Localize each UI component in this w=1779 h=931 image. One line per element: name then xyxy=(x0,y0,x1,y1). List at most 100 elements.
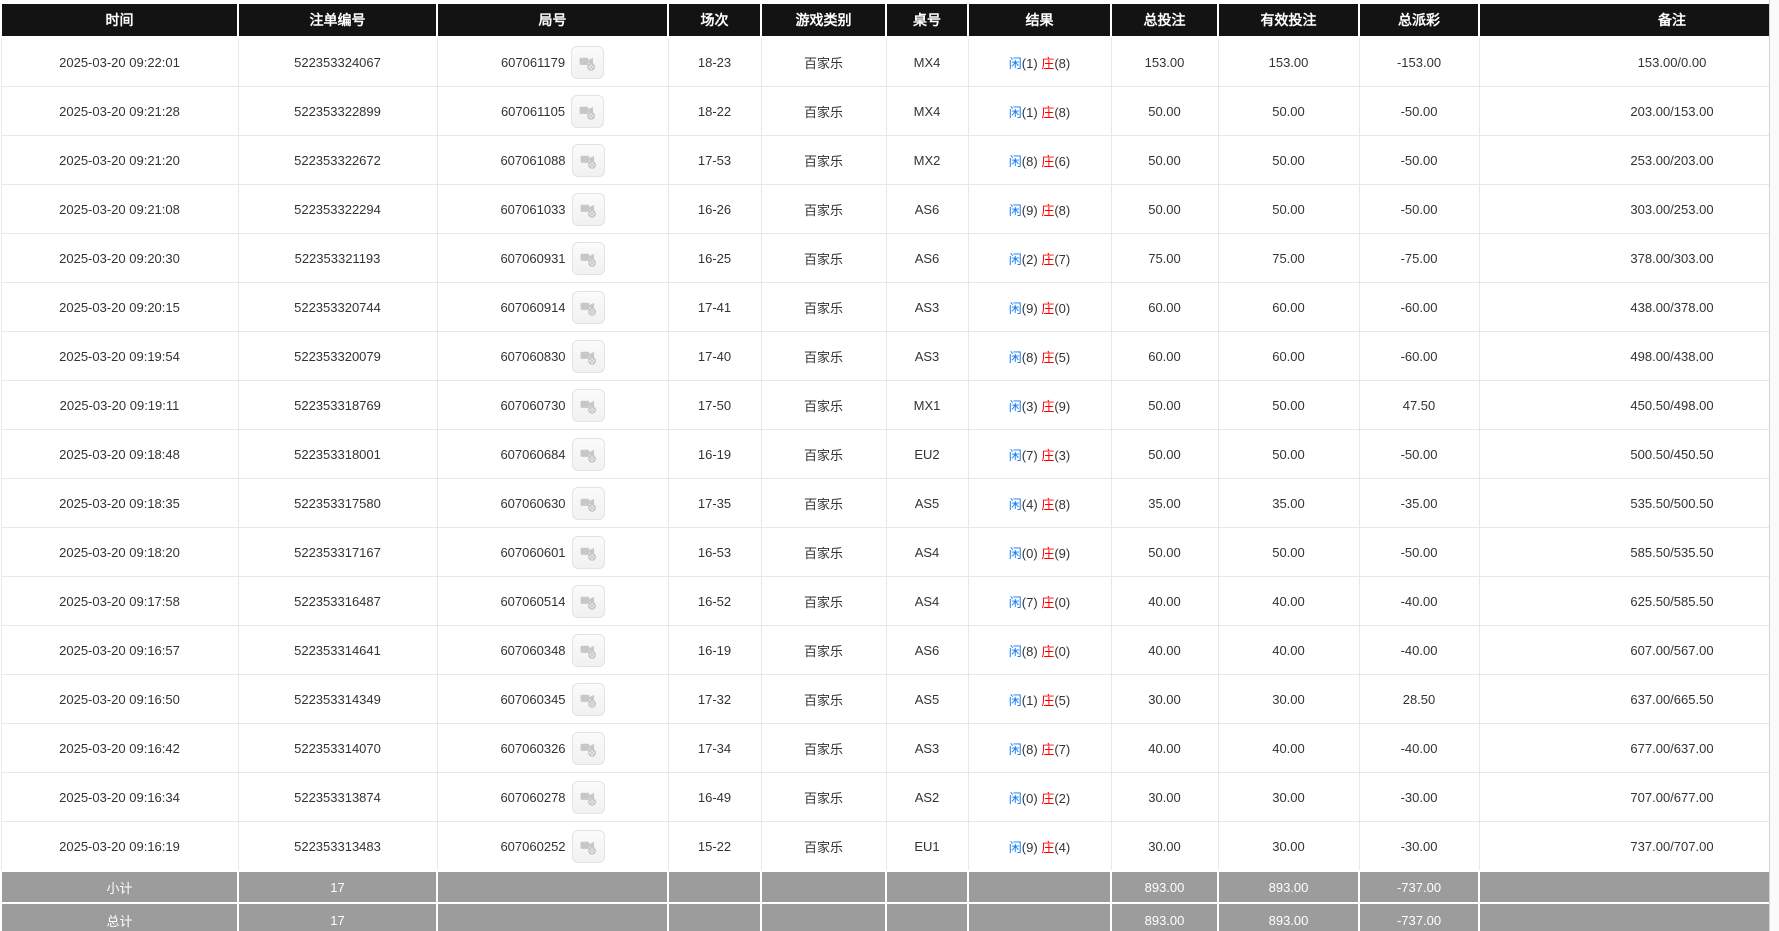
column-header-game-type: 游戏类别 xyxy=(761,3,886,37)
result-banker-score: (8) xyxy=(1054,203,1070,218)
cell-total-bet: 75.00 xyxy=(1111,234,1218,283)
cell-game-type: 百家乐 xyxy=(761,87,886,136)
video-replay-button[interactable] xyxy=(572,585,605,618)
round-number: 607060630 xyxy=(500,496,565,511)
round-number: 607060252 xyxy=(500,839,565,854)
video-replay-button[interactable] xyxy=(572,340,605,373)
cell-table-no: AS6 xyxy=(886,234,968,283)
cell-table-no: MX1 xyxy=(886,381,968,430)
video-replay-button[interactable] xyxy=(572,781,605,814)
cell-result: 闲(1) 庄(8) xyxy=(968,37,1111,87)
cell-valid-bet: 153.00 xyxy=(1218,37,1359,87)
cell-payout: -50.00 xyxy=(1359,87,1479,136)
cell-remark: 625.50/585.50 xyxy=(1479,577,1779,626)
cell-session: 16-19 xyxy=(668,430,761,479)
cell-valid-bet: 50.00 xyxy=(1218,185,1359,234)
cell-payout: -50.00 xyxy=(1359,430,1479,479)
cell-bet-id: 522353324067 xyxy=(238,37,437,87)
cell-total-bet: 50.00 xyxy=(1111,381,1218,430)
column-header-payout: 总派彩 xyxy=(1359,3,1479,37)
cell-game-type: 百家乐 xyxy=(761,528,886,577)
result-banker-label: 庄 xyxy=(1041,742,1054,757)
cell-bet-id: 522353318001 xyxy=(238,430,437,479)
table-row: 2025-03-20 09:16:42522353314070607060326… xyxy=(1,724,1779,773)
cell-time: 2025-03-20 09:17:58 xyxy=(1,577,238,626)
cell-valid-bet: 50.00 xyxy=(1218,430,1359,479)
video-replay-button[interactable] xyxy=(572,242,605,275)
cell-round-no: 607061088 xyxy=(437,136,668,185)
cell-payout: -60.00 xyxy=(1359,283,1479,332)
video-replay-icon xyxy=(579,494,598,513)
round-number: 607060684 xyxy=(500,447,565,462)
result-player-label: 闲 xyxy=(1009,350,1022,365)
table-row: 2025-03-20 09:19:11522353318769607060730… xyxy=(1,381,1779,430)
cell-game-type: 百家乐 xyxy=(761,185,886,234)
result-banker-label: 庄 xyxy=(1041,399,1054,414)
video-replay-button[interactable] xyxy=(572,438,605,471)
video-replay-button[interactable] xyxy=(572,144,605,177)
video-replay-button[interactable] xyxy=(572,389,605,422)
cell-round-no: 607060601 xyxy=(437,528,668,577)
round-number: 607060914 xyxy=(500,300,565,315)
cell-payout: -40.00 xyxy=(1359,724,1479,773)
video-replay-button[interactable] xyxy=(572,193,605,226)
video-replay-button[interactable] xyxy=(572,634,605,667)
cell-game-type xyxy=(761,903,886,931)
cell-game-type: 百家乐 xyxy=(761,381,886,430)
video-replay-button[interactable] xyxy=(572,487,605,520)
cell-game-type: 百家乐 xyxy=(761,283,886,332)
cell-table-no: AS3 xyxy=(886,332,968,381)
cell-payout: 28.50 xyxy=(1359,675,1479,724)
cell-round-no xyxy=(437,871,668,903)
cell-game-type: 百家乐 xyxy=(761,724,886,773)
cell-result: 闲(0) 庄(9) xyxy=(968,528,1111,577)
video-replay-button[interactable] xyxy=(571,46,604,79)
result-player-score: (9) xyxy=(1022,301,1038,316)
table-row: 2025-03-20 09:18:20522353317167607060601… xyxy=(1,528,1779,577)
video-replay-icon xyxy=(579,396,598,415)
round-number: 607061088 xyxy=(500,153,565,168)
video-replay-button[interactable] xyxy=(572,830,605,863)
cell-total-bet: 50.00 xyxy=(1111,87,1218,136)
cell-total-bet: 153.00 xyxy=(1111,37,1218,87)
video-replay-button[interactable] xyxy=(572,732,605,765)
cell-bet-id: 522353322899 xyxy=(238,87,437,136)
round-no-group: 607060931 xyxy=(438,242,668,275)
cell-total-bet: 35.00 xyxy=(1111,479,1218,528)
result-banker-label: 庄 xyxy=(1041,546,1054,561)
cell-total-bet: 60.00 xyxy=(1111,332,1218,381)
result-player-score: (3) xyxy=(1022,399,1038,414)
cell-total-bet: 40.00 xyxy=(1111,724,1218,773)
cell-result xyxy=(968,903,1111,931)
video-replay-button[interactable] xyxy=(572,536,605,569)
result-player-score: (8) xyxy=(1022,154,1038,169)
result-player-label: 闲 xyxy=(1009,301,1022,316)
cell-result: 闲(9) 庄(0) xyxy=(968,283,1111,332)
video-replay-button[interactable] xyxy=(572,683,605,716)
result-player-score: (1) xyxy=(1022,56,1038,71)
cell-table-no: MX4 xyxy=(886,87,968,136)
cell-round-no xyxy=(437,903,668,931)
round-number: 607060601 xyxy=(500,545,565,560)
video-replay-icon xyxy=(579,151,598,170)
cell-result: 闲(7) 庄(3) xyxy=(968,430,1111,479)
bet-records-table: 时间注单编号局号场次游戏类别桌号结果总投注有效投注总派彩备注 2025-03-2… xyxy=(0,2,1779,931)
cell-valid-bet: 40.00 xyxy=(1218,724,1359,773)
vertical-scrollbar[interactable] xyxy=(1769,0,1779,931)
round-number: 607060278 xyxy=(500,790,565,805)
cell-round-no: 607060630 xyxy=(437,479,668,528)
cell-game-type: 百家乐 xyxy=(761,675,886,724)
cell-payout: -737.00 xyxy=(1359,903,1479,931)
result-banker-score: (0) xyxy=(1054,595,1070,610)
cell-round-no: 607060348 xyxy=(437,626,668,675)
video-replay-button[interactable] xyxy=(571,95,604,128)
cell-valid-bet: 60.00 xyxy=(1218,283,1359,332)
round-number: 607061105 xyxy=(501,104,565,119)
cell-round-no: 607060345 xyxy=(437,675,668,724)
result-banker-label: 庄 xyxy=(1041,595,1054,610)
video-replay-button[interactable] xyxy=(572,291,605,324)
cell-time: 2025-03-20 09:16:57 xyxy=(1,626,238,675)
cell-remark: 498.00/438.00 xyxy=(1479,332,1779,381)
cell-bet-id: 522353318769 xyxy=(238,381,437,430)
cell-game-type: 百家乐 xyxy=(761,332,886,381)
